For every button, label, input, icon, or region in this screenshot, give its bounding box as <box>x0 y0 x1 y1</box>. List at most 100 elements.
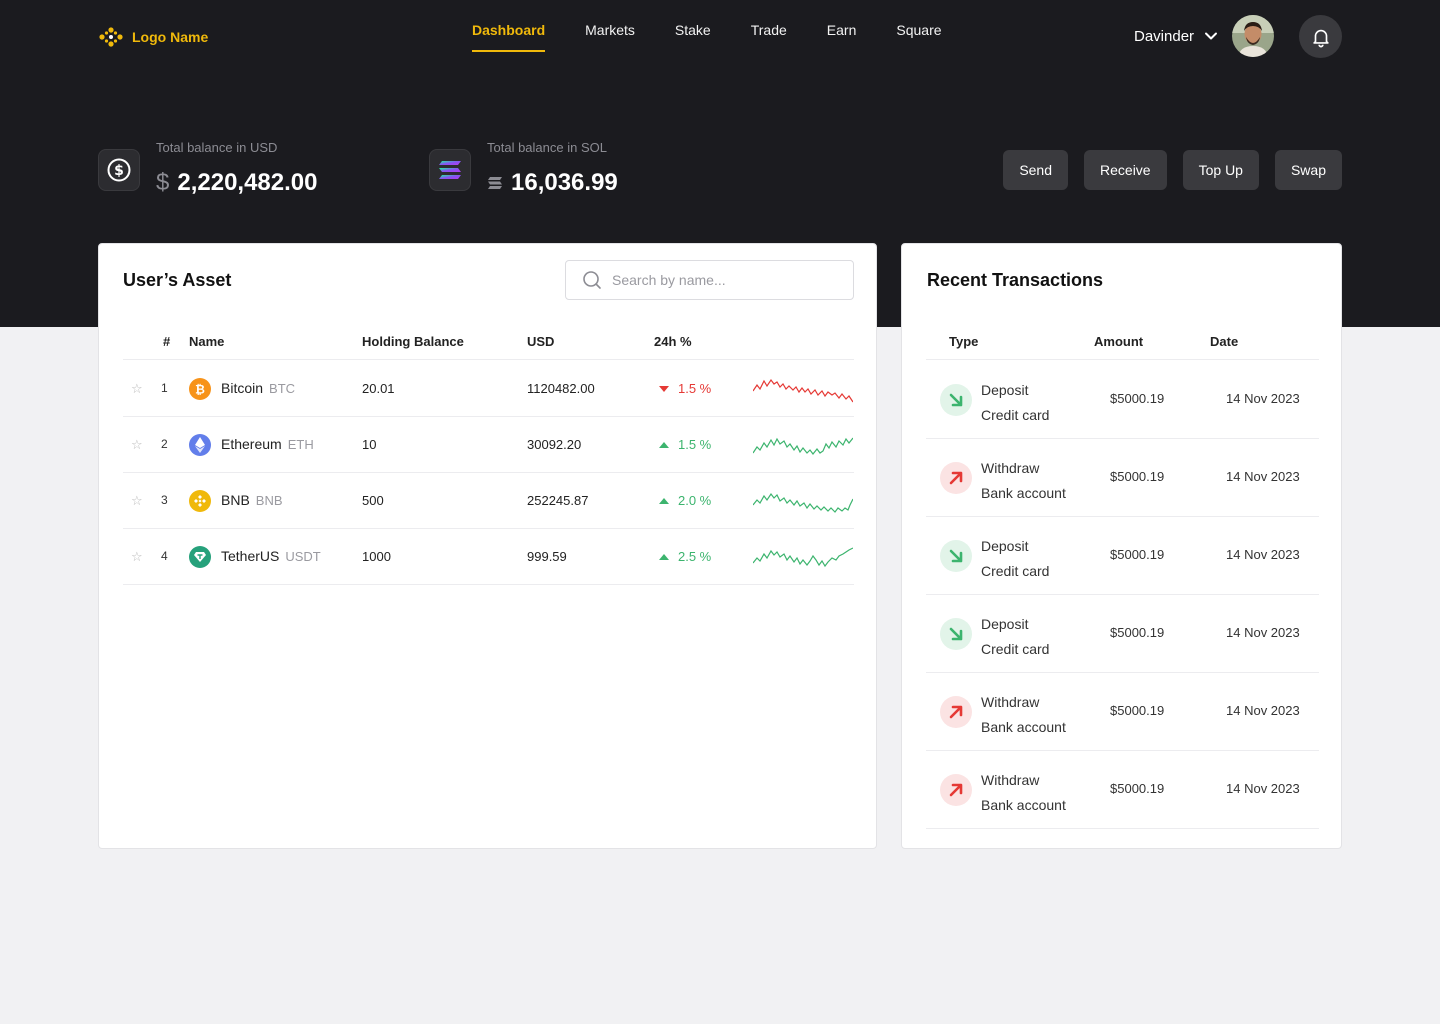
transaction-method: Credit card <box>981 563 1050 579</box>
nav-earn[interactable]: Earn <box>827 22 857 52</box>
user-menu[interactable]: Davinder <box>1134 15 1275 57</box>
transaction-type: Deposit <box>981 538 1029 554</box>
sparkline-chart <box>753 437 853 455</box>
search-icon <box>583 271 601 289</box>
star-icon[interactable]: ☆ <box>131 549 143 565</box>
transaction-date: 14 Nov 2023 <box>1226 547 1300 562</box>
action-buttons: Send Receive Top Up Swap <box>1003 150 1342 190</box>
holding-balance: 500 <box>362 493 384 508</box>
sparkline-chart <box>753 492 853 513</box>
row-index: 1 <box>161 381 168 395</box>
col-usd: USD <box>527 334 555 349</box>
logo[interactable]: Logo Name <box>98 26 208 48</box>
tether-icon <box>189 546 211 568</box>
col-type: Type <box>949 334 979 349</box>
transaction-amount: $5000.19 <box>1110 547 1165 562</box>
usd-balance-value: 2,220,482.00 <box>177 169 318 196</box>
transaction-type: Deposit <box>981 382 1029 398</box>
search-input[interactable] <box>612 272 832 288</box>
table-row[interactable]: ☆ 3 BNB BNB 500 252245.87 2.0 % <box>123 473 854 529</box>
star-icon[interactable]: ☆ <box>131 493 143 509</box>
assets-table-header: # Name Holding Balance USD 24h % <box>123 326 854 360</box>
triangle-up-icon <box>659 497 669 504</box>
nav-square[interactable]: Square <box>896 22 941 52</box>
table-row[interactable]: ☆ 2 Ethereum ETH 10 30092.20 1.5 % <box>123 417 854 473</box>
transaction-row[interactable]: Deposit Credit card $5000.19 14 Nov 2023 <box>926 517 1319 595</box>
col-index: # <box>163 334 171 349</box>
coin-name: Bitcoin <box>221 380 264 396</box>
nav-markets[interactable]: Markets <box>585 22 635 52</box>
triangle-up-icon <box>659 441 669 448</box>
send-button[interactable]: Send <box>1003 150 1069 190</box>
transaction-row[interactable]: Withdraw Bank account $5000.19 14 Nov 202… <box>926 751 1319 829</box>
col-change: 24h % <box>654 334 692 349</box>
withdraw-arrow-icon <box>940 462 972 494</box>
logo-text: Logo Name <box>132 29 209 45</box>
notifications-button[interactable] <box>1299 15 1342 58</box>
star-icon[interactable]: ☆ <box>131 437 143 453</box>
transaction-type: Deposit <box>981 616 1029 632</box>
coin-symbol: USDT <box>285 549 321 564</box>
transaction-row[interactable]: Deposit Credit card $5000.19 14 Nov 2023 <box>926 595 1319 673</box>
solana-symbol-icon <box>488 177 502 189</box>
holding-balance: 1000 <box>362 549 391 564</box>
transaction-row[interactable]: Deposit Credit card $5000.19 14 Nov 2023 <box>926 361 1319 439</box>
recent-transactions-card: Recent Transactions Type Amount Date Dep… <box>901 243 1342 849</box>
dollar-coin-icon: $ <box>98 149 140 191</box>
svg-text:₿: ₿ <box>195 383 205 397</box>
withdraw-arrow-icon <box>940 696 972 728</box>
bnb-icon <box>189 490 211 512</box>
receive-button[interactable]: Receive <box>1084 150 1167 190</box>
usd-value: 252245.87 <box>527 493 589 508</box>
transaction-date: 14 Nov 2023 <box>1226 469 1300 484</box>
sol-balance-label: Total balance in SOL <box>487 140 607 155</box>
holding-balance: 20.01 <box>362 381 395 396</box>
col-name: Name <box>189 334 225 349</box>
transaction-row[interactable]: Withdraw Bank account $5000.19 14 Nov 202… <box>926 673 1319 751</box>
search-box[interactable] <box>565 260 854 300</box>
transaction-amount: $5000.19 <box>1110 703 1165 718</box>
nav-stake[interactable]: Stake <box>675 22 711 52</box>
chevron-down-icon <box>1205 32 1218 40</box>
triangle-up-icon <box>659 553 669 560</box>
transaction-date: 14 Nov 2023 <box>1226 391 1300 406</box>
usd-balance: $ Total balance in USD $2,220,482.00 <box>98 138 318 197</box>
bitcoin-icon: ₿ <box>189 378 211 400</box>
swap-button[interactable]: Swap <box>1274 150 1342 190</box>
transaction-type: Withdraw <box>981 772 1040 788</box>
change-percent: 1.5 % <box>658 437 711 452</box>
triangle-down-icon <box>659 385 669 392</box>
nav-dashboard[interactable]: Dashboard <box>472 22 546 52</box>
transaction-date: 14 Nov 2023 <box>1226 625 1300 640</box>
coin-name: TetherUS <box>221 548 280 564</box>
user-name: Davinder <box>1134 27 1195 45</box>
avatar[interactable] <box>1232 15 1275 57</box>
transaction-date: 14 Nov 2023 <box>1226 703 1300 718</box>
transaction-row[interactable]: Withdraw Bank account $5000.19 14 Nov 202… <box>926 439 1319 517</box>
transactions-table-header: Type Amount Date <box>926 326 1319 360</box>
sparkline-chart <box>753 547 853 568</box>
transaction-amount: $5000.19 <box>1110 391 1165 406</box>
avatar-image <box>1232 15 1275 57</box>
usd-symbol: $ <box>156 169 170 196</box>
coin-symbol: BNB <box>255 493 283 508</box>
row-index: 3 <box>161 493 168 507</box>
usd-balance-label: Total balance in USD <box>156 140 278 155</box>
transactions-title: Recent Transactions <box>927 270 1104 290</box>
table-row[interactable]: ☆ 1 ₿ Bitcoin BTC 20.01 1120482.00 1.5 % <box>123 361 854 417</box>
logo-icon <box>99 27 123 47</box>
table-row[interactable]: ☆ 4 TetherUS USDT 1000 999.59 2.5 % <box>123 529 854 585</box>
transaction-method: Credit card <box>981 641 1050 657</box>
sol-balance: Total balance in SOL 16,036.99 <box>429 138 618 197</box>
nav-trade[interactable]: Trade <box>751 22 787 52</box>
transaction-method: Bank account <box>981 485 1066 501</box>
coin-name: BNB <box>221 492 250 508</box>
bell-icon <box>1312 29 1329 47</box>
star-icon[interactable]: ☆ <box>131 381 143 397</box>
change-percent: 1.5 % <box>658 381 711 396</box>
svg-text:$: $ <box>114 163 124 179</box>
transaction-amount: $5000.19 <box>1110 469 1165 484</box>
assets-title: User’s Asset <box>123 270 232 290</box>
top-up-button[interactable]: Top Up <box>1182 150 1259 190</box>
sparkline-chart <box>753 378 853 403</box>
